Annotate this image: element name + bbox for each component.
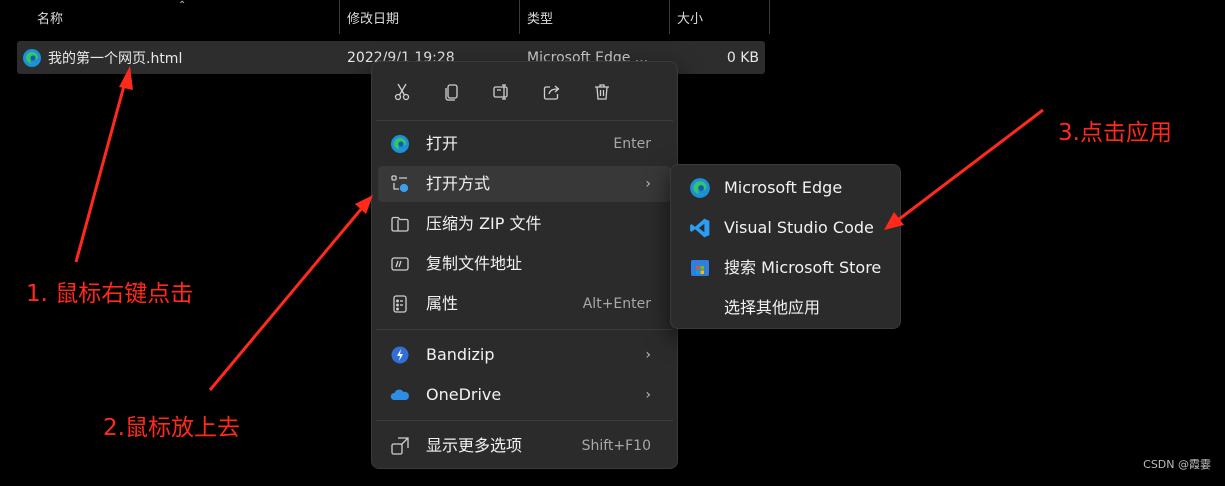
annotation-step3: 3.点击应用 xyxy=(1058,120,1172,146)
arrowhead-step1 xyxy=(119,66,133,90)
arrow-step2 xyxy=(208,207,364,391)
arrow-step1 xyxy=(74,81,127,263)
watermark: CSDN @霞霎 xyxy=(1143,458,1211,471)
arrowhead-step3 xyxy=(884,212,904,230)
annotation-step1: 1. 鼠标右键点击 xyxy=(26,281,194,307)
annotation-step2: 2.鼠标放上去 xyxy=(103,415,240,441)
arrow-step3 xyxy=(897,108,1044,222)
